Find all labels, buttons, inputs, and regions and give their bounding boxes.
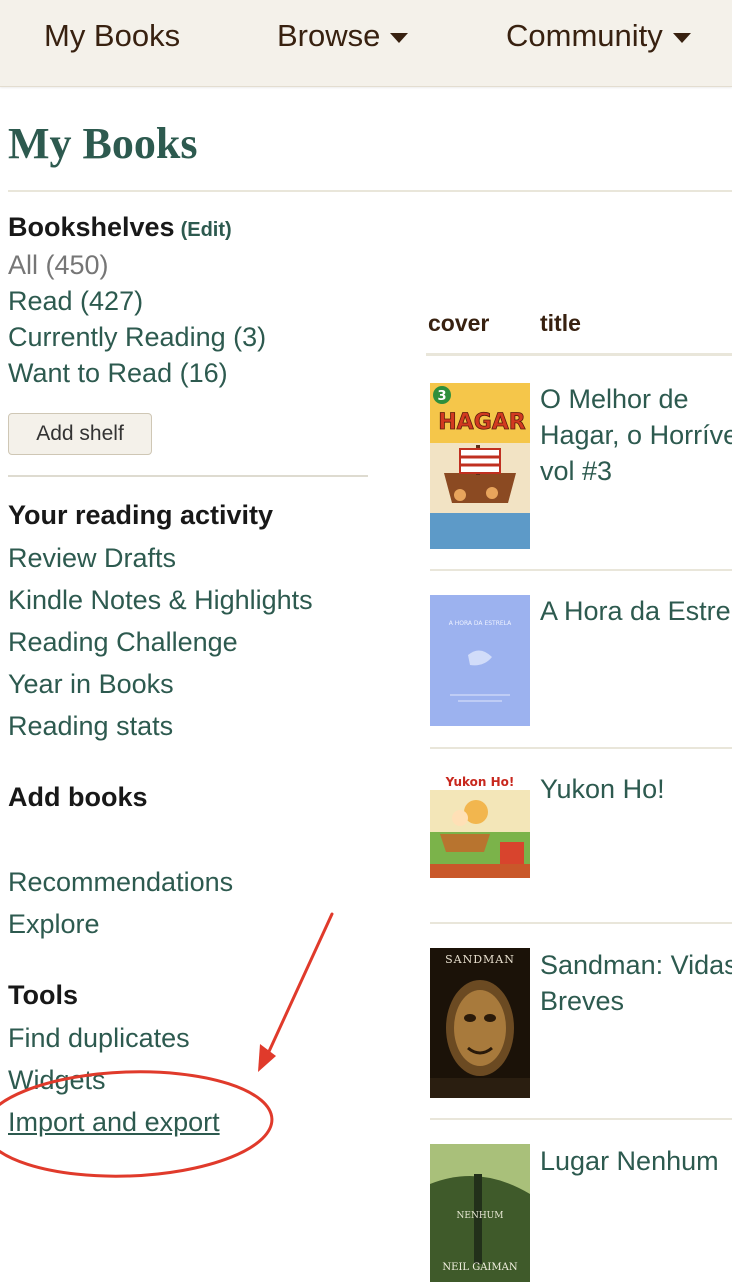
find-duplicates-link[interactable]: Find duplicates — [8, 1021, 190, 1055]
divider — [8, 475, 368, 477]
book-title-link[interactable]: O Melhor de Hagar, o Horrível vol #3 — [540, 381, 732, 489]
svg-text:NENHUM: NENHUM — [457, 1211, 504, 1221]
book-cover[interactable]: Yukon Ho! — [430, 772, 530, 878]
tools-heading: Tools — [8, 980, 78, 1010]
caret-down-icon — [390, 32, 409, 43]
book-cover[interactable]: A HORA DA ESTRELA — [430, 595, 530, 726]
shelf-currently-reading[interactable]: Currently Reading (3) — [8, 320, 266, 354]
cover-title-text: HAGAR — [438, 410, 526, 435]
cover-badge: 3 — [437, 389, 446, 404]
nav-community[interactable]: Community — [506, 16, 691, 56]
recommendations-link[interactable]: Recommendations — [8, 865, 233, 899]
book-title-link[interactable]: A Hora da Estrela — [540, 593, 732, 629]
cover-title-text: Yukon Ho! — [445, 775, 515, 789]
annotation-arrow — [264, 912, 334, 1060]
row-divider — [430, 922, 732, 924]
year-in-books-link[interactable]: Year in Books — [8, 667, 174, 701]
caret-down-icon — [672, 32, 691, 43]
add-shelf-button[interactable]: Add shelf — [8, 413, 152, 455]
bookshelves-heading: Bookshelves (Edit) — [8, 212, 232, 242]
row-divider — [430, 1118, 732, 1120]
page-title: My Books — [8, 119, 198, 168]
book-title-link[interactable]: Lugar Nenhum — [540, 1143, 732, 1179]
book-cover[interactable]: 3 HAGAR — [430, 383, 530, 549]
page: My Books Browse Community My Books Books… — [0, 0, 732, 1282]
add-books-heading: Add books — [8, 782, 148, 812]
shelf-read[interactable]: Read (427) — [8, 284, 143, 318]
column-header-title[interactable]: title — [540, 310, 581, 337]
book-title-link[interactable]: Yukon Ho! — [540, 771, 732, 807]
explore-link[interactable]: Explore — [8, 907, 100, 941]
column-header-cover[interactable]: cover — [428, 310, 489, 337]
review-drafts-link[interactable]: Review Drafts — [8, 541, 176, 575]
reading-challenge-link[interactable]: Reading Challenge — [8, 625, 238, 659]
shelf-want-to-read[interactable]: Want to Read (16) — [8, 356, 228, 390]
reading-activity-heading: Your reading activity — [8, 500, 274, 530]
nav-browse[interactable]: Browse — [277, 16, 409, 56]
book-cover[interactable]: NENHUM NEIL GAIMAN — [430, 1144, 530, 1282]
nav-my-books[interactable]: My Books — [44, 16, 180, 56]
divider — [8, 190, 732, 192]
cover-title-text: SANDMAN — [445, 953, 515, 966]
book-cover[interactable]: SANDMAN — [430, 948, 530, 1098]
shelf-all[interactable]: All (450) — [8, 248, 109, 282]
cover-title-text: A HORA DA ESTRELA — [449, 620, 512, 627]
edit-shelves-link[interactable]: (Edit) — [181, 219, 232, 241]
top-navigation: My Books Browse Community — [0, 0, 732, 87]
book-title-link[interactable]: Sandman: Vidas Breves — [540, 947, 732, 1019]
table-header-divider — [426, 353, 732, 356]
import-export-link[interactable]: Import and export — [8, 1105, 220, 1139]
row-divider — [430, 747, 732, 749]
row-divider — [430, 569, 732, 571]
widgets-link[interactable]: Widgets — [8, 1063, 106, 1097]
kindle-notes-link[interactable]: Kindle Notes & Highlights — [8, 583, 313, 617]
reading-stats-link[interactable]: Reading stats — [8, 709, 173, 743]
arrow-head-icon — [258, 1044, 276, 1072]
cover-title-text: NEIL GAIMAN — [442, 1262, 517, 1273]
